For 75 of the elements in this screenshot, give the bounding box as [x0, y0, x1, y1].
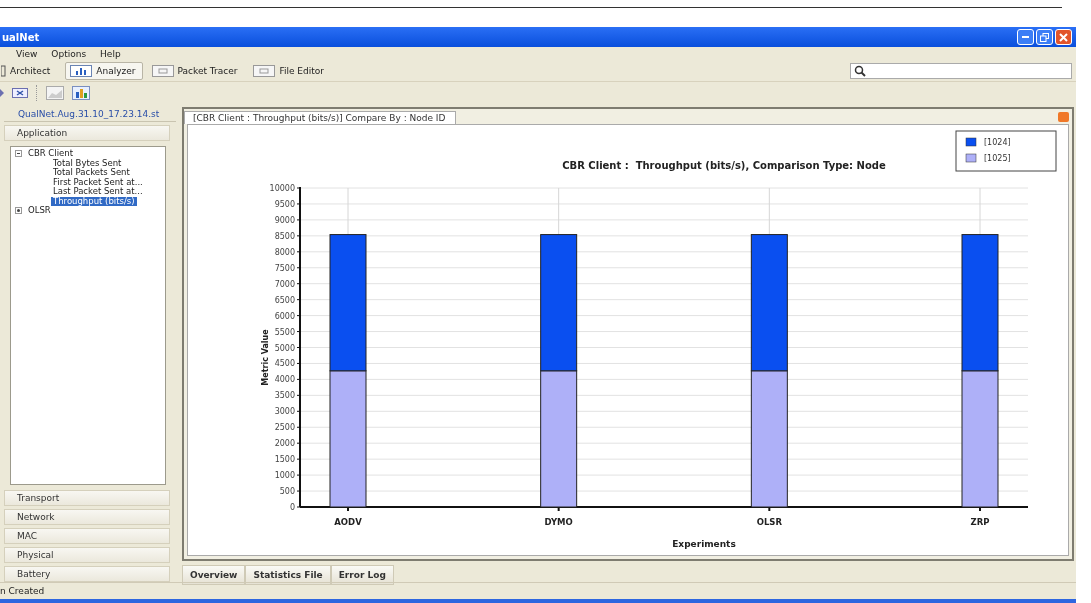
area-chart-icon[interactable]: [46, 86, 64, 100]
panel-icon: [151, 65, 174, 77]
x-axis-title: Experiments: [672, 539, 736, 549]
y-tick-label: 9000: [274, 215, 295, 225]
tree-item[interactable]: CBR Client: [26, 149, 75, 159]
close-icon: [1059, 32, 1068, 42]
tree-item[interactable]: Last Packet Sent at...: [51, 187, 145, 197]
y-tick-label: 2500: [274, 423, 295, 433]
toolbar-tab[interactable]: Analyzer: [65, 62, 143, 80]
y-tick-label: 2000: [274, 439, 295, 449]
expand-icon[interactable]: [15, 207, 22, 215]
x-tick-label: DYMO: [544, 517, 573, 527]
search-field[interactable]: [850, 63, 1072, 79]
bottom-tab[interactable]: Statistics File: [245, 565, 331, 585]
y-tick-label: 5500: [274, 327, 295, 337]
tree-item[interactable]: Total Bytes Sent: [51, 158, 124, 168]
restore-icon: [1040, 32, 1049, 42]
y-tick-label: 6000: [274, 311, 295, 321]
document-icon: [253, 65, 276, 77]
y-tick-label: 4500: [274, 359, 295, 369]
y-tick-label: 1000: [274, 471, 295, 481]
collapse-icon[interactable]: [15, 150, 22, 158]
tree-item[interactable]: First Packet Sent at...: [51, 177, 145, 187]
search-icon: [854, 65, 866, 77]
tree-item[interactable]: OLSR: [26, 206, 53, 216]
x-tick-label: AODV: [334, 517, 362, 527]
y-tick-label: 500: [279, 487, 295, 497]
y-tick-label: 1500: [274, 455, 295, 465]
menu-item[interactable]: Options: [51, 49, 87, 59]
y-tick-label: 8500: [274, 231, 295, 241]
menu-item[interactable]: Help: [100, 49, 121, 59]
bottom-tab[interactable]: Overview: [182, 565, 246, 585]
y-axis-title: Metric Value: [261, 329, 270, 386]
toolbar-tab[interactable]: File Editor: [252, 62, 331, 80]
y-tick-label: 5000: [274, 343, 295, 353]
close-button[interactable]: [1055, 29, 1072, 45]
menu-item[interactable]: View: [16, 49, 38, 59]
tree-item[interactable]: Total Packets Sent: [51, 168, 132, 178]
window-title: ualNet: [2, 31, 40, 43]
x-tick-label: ZRP: [970, 517, 990, 527]
y-tick-label: 6500: [274, 295, 295, 305]
y-tick-label: 8000: [274, 247, 295, 257]
toolbar-tab[interactable]: Packet Tracer: [150, 62, 245, 80]
y-tick-label: 9500: [274, 199, 295, 209]
sidebar-tab[interactable]: QualNet.Aug.31.10_17.23.14.st: [4, 107, 176, 122]
category-button[interactable]: Physical: [4, 547, 170, 563]
y-tick-label: 7000: [274, 279, 295, 289]
category-button[interactable]: MAC: [4, 528, 170, 544]
bar-chart-icon: [70, 65, 93, 77]
minimize-button[interactable]: [1017, 29, 1034, 45]
restore-button[interactable]: [1036, 29, 1053, 45]
y-tick-label: 0: [289, 503, 295, 512]
architect-icon: [1, 65, 6, 77]
y-tick-label: 10000: [269, 184, 295, 193]
x-tick-label: OLSR: [756, 517, 782, 527]
y-tick-label: 3500: [274, 391, 295, 401]
y-tick-label: 4000: [274, 375, 295, 385]
delete-icon[interactable]: [12, 87, 28, 99]
legend-label: [1025]: [984, 154, 1011, 163]
bottom-tab[interactable]: Error Log: [330, 565, 394, 585]
status-text: n Created: [0, 586, 45, 596]
document-tab[interactable]: [CBR Client : Throughput (bits/s)] Compare By : Node ID: [184, 111, 457, 124]
tree-item[interactable]: Throughput (bits/s): [51, 196, 137, 206]
close-icon[interactable]: [1058, 111, 1069, 122]
category-button[interactable]: Battery: [4, 566, 170, 582]
legend-label: [1024]: [984, 138, 1011, 147]
bar-chart-icon[interactable]: [72, 86, 90, 100]
category-button[interactable]: Network: [4, 509, 170, 525]
category-button[interactable]: Transport: [4, 490, 170, 506]
minimize-icon: [1022, 35, 1029, 39]
toolbar-tab[interactable]: Architect: [0, 62, 58, 80]
y-tick-label: 3000: [274, 407, 295, 417]
y-tick-label: 7500: [274, 263, 295, 273]
chart-title: CBR Client : Throughput (bits/s), Comparison Type: Node: [562, 160, 886, 171]
category-button[interactable]: Application: [4, 125, 170, 141]
